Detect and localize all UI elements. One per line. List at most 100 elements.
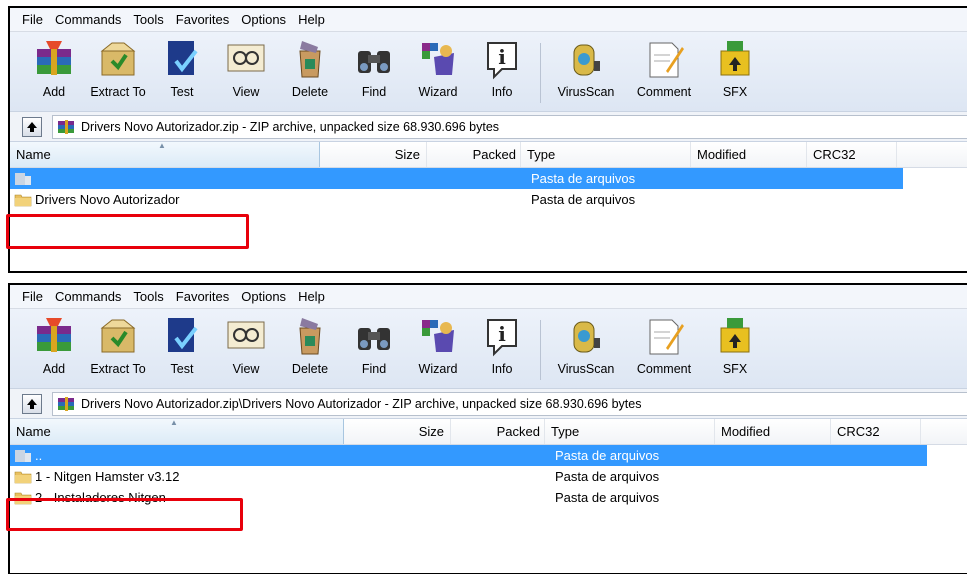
find-button[interactable]: Find [342, 35, 406, 109]
sfx-button[interactable]: SFX [703, 312, 767, 386]
row-name: 1 - Nitgen Hamster v3.12 [35, 469, 180, 484]
svg-text:i: i [498, 45, 506, 69]
add-button[interactable]: Add [22, 35, 86, 109]
sfx-icon [720, 41, 750, 76]
wizard-button[interactable]: Wizard [406, 312, 470, 386]
menu-favorites[interactable]: Favorites [170, 286, 235, 308]
up-folder-button[interactable] [22, 393, 42, 414]
table-row[interactable]: .. Pasta de arquivos [10, 445, 927, 466]
up-folder-button[interactable] [22, 116, 42, 137]
delete-button[interactable]: Delete [278, 35, 342, 109]
column-name[interactable]: Name ▲ [10, 418, 344, 444]
sort-ascending-icon: ▲ [158, 141, 166, 150]
column-packed[interactable]: Packed [451, 419, 545, 444]
menu-tools[interactable]: Tools [127, 9, 169, 31]
row-type: Pasta de arquivos [531, 192, 636, 207]
sort-ascending-icon: ▲ [170, 418, 178, 427]
delete-button[interactable]: Delete [278, 312, 342, 386]
extract-to-button[interactable]: Extract To [86, 35, 150, 109]
svg-text:i: i [498, 322, 506, 346]
arrow-up-icon [27, 121, 37, 132]
menu-file[interactable]: File [16, 286, 49, 308]
menu-options[interactable]: Options [235, 286, 292, 308]
row-type: Pasta de arquivos [555, 448, 660, 463]
table-row[interactable]: 1 - Nitgen Hamster v3.12 Pasta de arquiv… [10, 466, 967, 487]
wizard-icon [422, 320, 454, 352]
row-name: Drivers Novo Autorizador [35, 192, 180, 207]
column-crc32[interactable]: CRC32 [807, 142, 897, 167]
column-modified[interactable]: Modified [715, 419, 831, 444]
menu-help[interactable]: Help [292, 286, 331, 308]
toolbar: Add Extract To Test View Delete Find Wiz… [10, 32, 967, 112]
menu-options[interactable]: Options [235, 9, 292, 31]
table-row[interactable]: 2 - Instaladores Nitgen Pasta de arquivo… [10, 487, 967, 508]
column-size[interactable]: Size [344, 419, 451, 444]
add-archive-icon [37, 318, 71, 352]
folder-icon [14, 492, 32, 505]
column-type[interactable]: Type [545, 419, 715, 444]
view-icon [227, 321, 265, 349]
extract-to-button[interactable]: Extract To [86, 312, 150, 386]
winrar-window-subfolder: File Commands Tools Favorites Options He… [8, 283, 967, 574]
virusscan-button[interactable]: VirusScan [547, 312, 625, 386]
comment-button[interactable]: Comment [625, 35, 703, 109]
view-button[interactable]: View [214, 312, 278, 386]
folder-up-icon [15, 450, 31, 462]
comment-icon [649, 42, 684, 78]
virusscan-button[interactable]: VirusScan [547, 35, 625, 109]
path-text: Drivers Novo Autorizador.zip\Drivers Nov… [81, 396, 642, 411]
menu-commands[interactable]: Commands [49, 286, 127, 308]
folder-icon [14, 471, 32, 484]
folder-icon [14, 194, 32, 207]
path-bar: Drivers Novo Autorizador.zip - ZIP archi… [10, 112, 967, 142]
column-size[interactable]: Size [320, 142, 427, 167]
table-row[interactable]: Drivers Novo Autorizador Pasta de arquiv… [10, 189, 967, 210]
add-archive-icon [37, 41, 71, 75]
file-list-header: Name ▲ Size Packed Type Modified CRC32 [10, 141, 967, 168]
comment-button[interactable]: Comment [625, 312, 703, 386]
add-button[interactable]: Add [22, 312, 86, 386]
info-button[interactable]: i Info [470, 35, 534, 109]
menu-tools[interactable]: Tools [127, 286, 169, 308]
menu-file[interactable]: File [16, 9, 49, 31]
toolbar-separator [540, 320, 541, 380]
test-button[interactable]: Test [150, 35, 214, 109]
find-icon [358, 328, 390, 350]
wizard-icon [422, 43, 454, 75]
rar-archive-icon [58, 396, 74, 411]
sfx-button[interactable]: SFX [703, 35, 767, 109]
menu-favorites[interactable]: Favorites [170, 9, 235, 31]
sfx-icon [720, 318, 750, 353]
toolbar: Add Extract To Test View Delete Find Wiz… [10, 309, 967, 389]
test-button[interactable]: Test [150, 312, 214, 386]
winrar-window-root: File Commands Tools Favorites Options He… [8, 6, 967, 273]
extract-to-icon [100, 42, 136, 76]
table-row[interactable]: Pasta de arquivos [10, 168, 903, 189]
column-modified[interactable]: Modified [691, 142, 807, 167]
delete-icon [299, 41, 321, 78]
view-icon [227, 44, 265, 72]
find-button[interactable]: Find [342, 312, 406, 386]
menu-bar: File Commands Tools Favorites Options He… [10, 8, 967, 32]
delete-icon [299, 318, 321, 355]
row-type: Pasta de arquivos [555, 490, 660, 505]
virusscan-icon [573, 321, 600, 353]
menu-help[interactable]: Help [292, 9, 331, 31]
column-crc32[interactable]: CRC32 [831, 419, 921, 444]
menu-bar: File Commands Tools Favorites Options He… [10, 285, 967, 309]
column-packed[interactable]: Packed [427, 142, 521, 167]
menu-commands[interactable]: Commands [49, 9, 127, 31]
column-type[interactable]: Type [521, 142, 691, 167]
path-field[interactable]: Drivers Novo Autorizador.zip\Drivers Nov… [52, 391, 967, 416]
column-name[interactable]: Name ▲ [10, 141, 320, 167]
path-field[interactable]: Drivers Novo Autorizador.zip - ZIP archi… [52, 114, 967, 139]
row-type: Pasta de arquivos [555, 469, 660, 484]
row-name: .. [35, 448, 43, 463]
info-button[interactable]: i Info [470, 312, 534, 386]
test-icon [168, 318, 198, 352]
test-icon [168, 41, 198, 75]
arrow-up-icon [27, 398, 37, 409]
wizard-button[interactable]: Wizard [406, 35, 470, 109]
folder-up-icon [15, 173, 31, 185]
view-button[interactable]: View [214, 35, 278, 109]
